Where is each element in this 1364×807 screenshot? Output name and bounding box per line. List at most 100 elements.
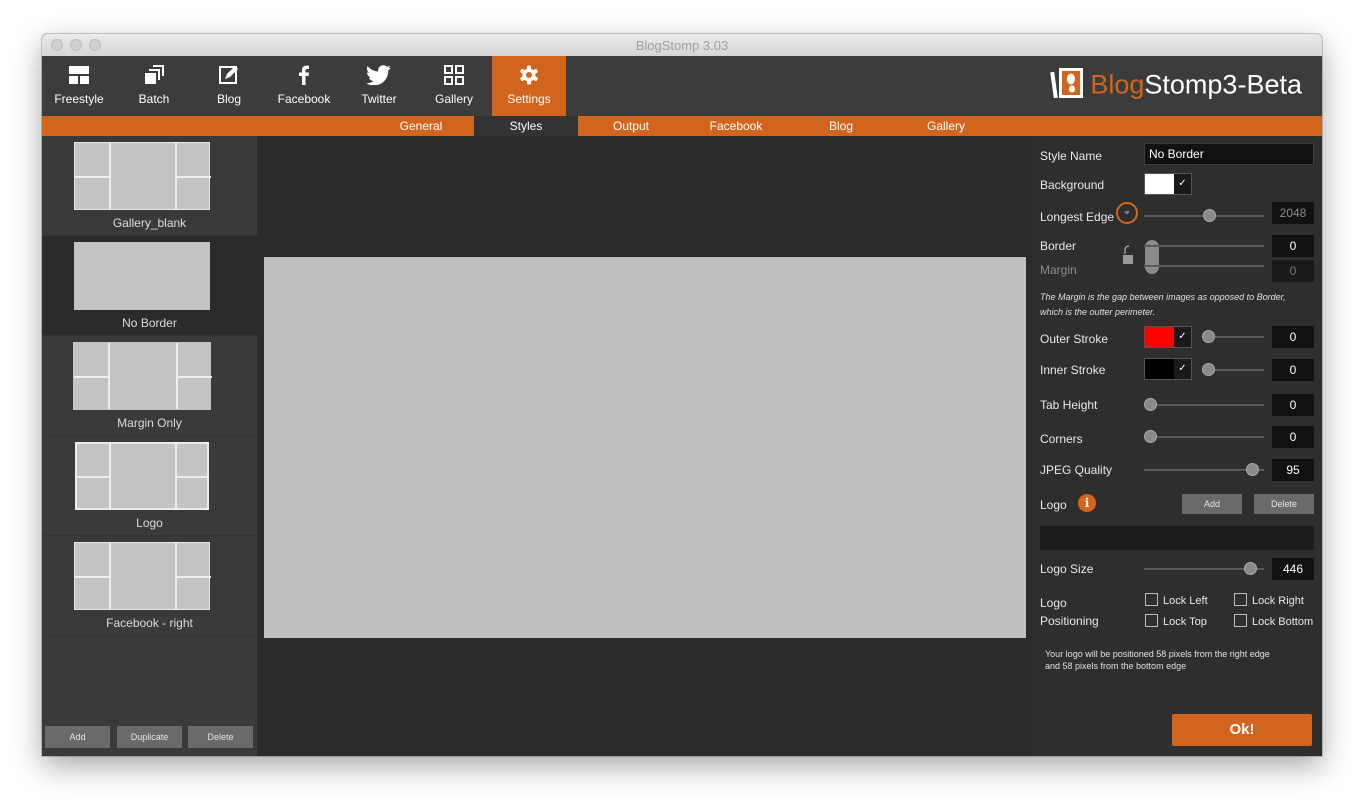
style-item-label: No Border [122,316,177,330]
tab-blog[interactable]: Blog [789,116,893,136]
inner-stroke-slider[interactable] [1202,363,1264,377]
outer-stroke-color-picker[interactable]: ✓ [1144,326,1192,348]
tab-height-value[interactable]: 0 [1272,394,1314,416]
longest-edge-label: Longest Edge [1040,210,1115,224]
border-label: Border [1040,239,1077,253]
style-settings-panel: Style Name No Border Background ✓ Longes… [1032,136,1322,756]
add-style-button[interactable]: Add [45,726,110,748]
chevron-down-icon: ✓ [1174,174,1191,194]
style-name-input[interactable]: No Border [1144,143,1314,165]
tab-styles[interactable]: Styles [474,116,578,136]
inner-stroke-color-picker[interactable]: ✓ [1144,358,1192,380]
toolbar-blog[interactable]: Blog [192,56,266,116]
tab-output[interactable]: Output [579,116,683,136]
lock-bottom-label: Lock Bottom [1252,616,1314,628]
slider-knob[interactable] [1203,209,1216,222]
toolbar-facebook-label: Facebook [277,92,331,106]
tab-general[interactable]: General [369,116,473,136]
outer-stroke-label: Outer Stroke [1040,332,1109,346]
slider-knob[interactable] [1244,562,1257,575]
slider-knob[interactable] [1144,398,1157,411]
delete-logo-button[interactable]: Delete [1254,494,1314,514]
logo-label: Logo [1040,498,1067,512]
jpeg-quality-slider[interactable] [1144,463,1264,477]
corners-label: Corners [1040,432,1083,446]
tab-gallery[interactable]: Gallery [894,116,998,136]
gallery-icon [417,65,491,87]
toolbar-settings[interactable]: Settings [492,56,566,116]
styles-sidebar: Gallery_blank No Border Margin Only Logo [42,136,257,756]
style-item-no-border[interactable]: No Border [42,236,257,336]
outer-stroke-slider[interactable] [1202,330,1264,344]
toolbar-batch-label: Batch [138,92,170,106]
logo-position-note-1: Your logo will be positioned 58 pixels f… [1045,649,1270,659]
logo-size-label: Logo Size [1040,562,1094,576]
corners-slider[interactable] [1144,430,1264,444]
toolbar-freestyle[interactable]: Freestyle [42,56,116,116]
style-thumbnail [74,542,211,610]
style-item-label: Margin Only [117,416,182,430]
lock-left-checkbox[interactable]: Lock Left [1145,593,1208,607]
facebook-icon [267,65,341,87]
style-thumbnail [73,342,212,410]
caret-down-icon [1124,211,1130,215]
blog-icon [192,65,266,87]
margin-label: Margin [1040,263,1077,277]
jpeg-quality-value[interactable]: 95 [1272,459,1314,481]
duplicate-style-button[interactable]: Duplicate [117,726,182,748]
freestyle-icon [42,65,116,87]
slider-knob[interactable] [1246,463,1259,476]
logo-size-slider[interactable] [1144,562,1264,576]
background-color-picker[interactable]: ✓ [1144,173,1192,195]
toolbar-gallery-label: Gallery [434,92,473,106]
brand-logo: BlogStomp3-Beta [1050,66,1302,102]
border-value[interactable]: 0 [1272,235,1314,257]
ok-button[interactable]: Ok! [1172,714,1312,746]
style-thumbnail [74,142,211,210]
lock-right-checkbox[interactable]: Lock Right [1234,593,1304,607]
margin-slider[interactable] [1144,259,1264,273]
toolbar-gallery[interactable]: Gallery [417,56,491,116]
lock-top-label: Lock Top [1163,616,1207,628]
brand-part-1: Blog [1090,69,1145,100]
preview-area [257,136,1032,756]
highlight-circle [1116,202,1138,224]
toolbar-facebook[interactable]: Facebook [267,56,341,116]
longest-edge-slider[interactable] [1144,209,1264,223]
toolbar-twitter[interactable]: Twitter [342,56,416,116]
gear-icon [492,65,566,87]
inner-stroke-label: Inner Stroke [1040,363,1106,377]
delete-style-button[interactable]: Delete [188,726,253,748]
style-item-label: Facebook - right [106,616,193,630]
tab-height-slider[interactable] [1144,398,1264,412]
style-item-facebook-right[interactable]: Facebook - right [42,536,257,636]
slider-knob[interactable] [1202,330,1215,343]
logo-size-value[interactable]: 446 [1272,558,1314,580]
tab-facebook[interactable]: Facebook [684,116,788,136]
style-thumbnail [75,442,209,510]
jpeg-quality-label: JPEG Quality [1040,463,1113,477]
style-item-margin-only[interactable]: Margin Only [42,336,257,436]
style-item-gallery-blank[interactable]: Gallery_blank [42,136,257,236]
corners-value[interactable]: 0 [1272,426,1314,448]
outer-stroke-value[interactable]: 0 [1272,326,1314,348]
inner-stroke-value[interactable]: 0 [1272,359,1314,381]
logo-file-field[interactable] [1040,526,1314,550]
lock-icon[interactable] [1122,244,1134,271]
slider-knob[interactable] [1202,363,1215,376]
lock-top-checkbox[interactable]: Lock Top [1145,614,1207,628]
margin-value[interactable]: 0 [1272,260,1314,282]
add-logo-button[interactable]: Add [1182,494,1242,514]
info-icon[interactable]: i [1078,494,1096,512]
toolbar-batch[interactable]: Batch [117,56,191,116]
slider-knob[interactable] [1144,430,1157,443]
outer-stroke-color-swatch [1145,327,1174,347]
style-item-logo[interactable]: Logo [42,436,257,536]
lock-bottom-checkbox[interactable]: Lock Bottom [1234,614,1322,628]
border-slider[interactable] [1144,239,1264,253]
blogstomp-logo-icon [1050,66,1086,107]
toolbar-blog-label: Blog [216,92,242,106]
app-window: BlogStomp 3.03 Freestyle Batch Blog Face… [42,34,1322,756]
longest-edge-value[interactable]: 2048 [1272,202,1314,224]
style-thumbnail [74,242,210,310]
